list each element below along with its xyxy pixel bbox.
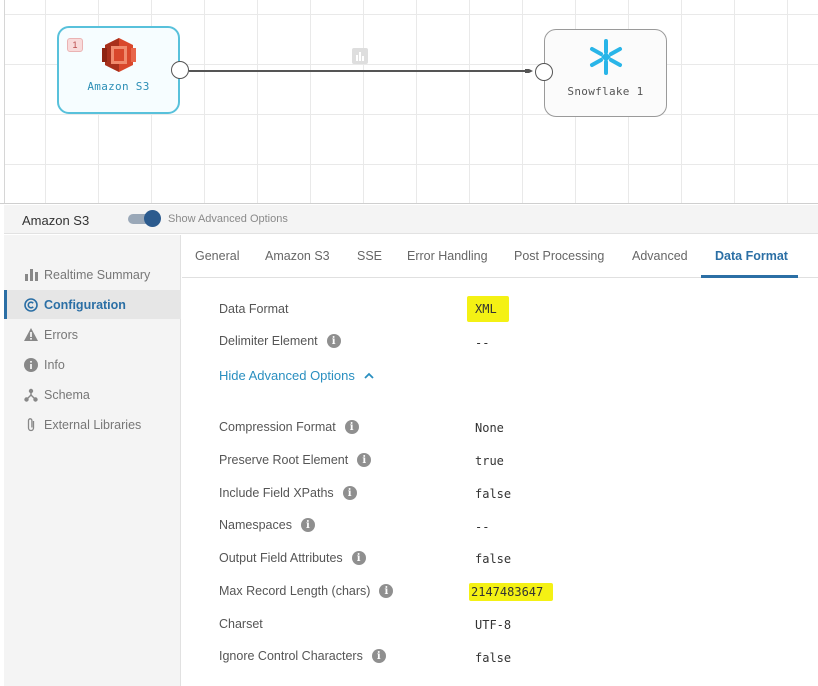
field-label: Preserve Root Element — [219, 453, 349, 467]
field-label: Max Record Length (chars) — [219, 584, 371, 598]
field-label: Charset — [219, 617, 263, 631]
sidebar-item-label: Realtime Summary — [44, 267, 151, 282]
link-label: Hide Advanced Options — [219, 368, 355, 383]
warning-triangle-icon — [24, 328, 38, 342]
sidebar-item-label: Schema — [44, 387, 90, 402]
info-icon[interactable]: i — [371, 649, 386, 663]
field-label: Data Format — [219, 302, 289, 316]
include-field-xpaths-label: Include Field XPaths i — [219, 486, 357, 500]
highlight-mark: 2147483647 — [469, 583, 554, 601]
show-advanced-label: Show Advanced Options — [168, 213, 288, 225]
field-label: Compression Format — [219, 420, 336, 434]
info-icon[interactable]: i — [300, 518, 315, 532]
namespaces-value[interactable]: -- — [475, 520, 489, 534]
sidebar-item-label: Errors — [44, 327, 79, 342]
charset-label: Charset — [219, 617, 263, 631]
field-label: Namespaces — [219, 518, 292, 532]
sidebar-item-label: Configuration — [44, 297, 126, 312]
show-advanced-toggle[interactable] — [128, 210, 162, 227]
sidebar-item-errors[interactable]: Errors — [4, 320, 181, 349]
sidebar-item-label: External Libraries — [44, 417, 142, 432]
info-icon[interactable]: i — [379, 584, 394, 598]
toggle-knob — [144, 210, 161, 227]
schema-tree-icon — [24, 388, 38, 402]
info-icon[interactable]: i — [357, 453, 372, 467]
stage-config-header: Amazon S3 Show Advanced Options — [4, 205, 818, 234]
delimiter-element-value[interactable]: -- — [475, 336, 489, 350]
stage-label: Amazon S3 — [87, 80, 150, 93]
preserve-root-element-value[interactable]: true — [475, 454, 504, 468]
tab-sse[interactable]: SSE — [357, 249, 382, 263]
active-tab-indicator — [701, 275, 798, 278]
copyright-circle-icon — [24, 297, 38, 312]
paperclip-icon — [24, 418, 38, 432]
info-circle-icon — [24, 357, 38, 372]
tab-amazon-s3[interactable]: Amazon S3 — [265, 249, 330, 263]
output-port[interactable] — [171, 61, 189, 79]
field-label: Include Field XPaths — [219, 486, 334, 500]
compression-format-value[interactable]: None — [475, 421, 504, 435]
info-icon[interactable]: i — [326, 334, 341, 348]
tab-data-format[interactable]: Data Format — [715, 249, 788, 263]
stage-connector-line[interactable] — [189, 69, 533, 73]
input-port[interactable] — [535, 63, 553, 81]
field-label: Ignore Control Characters — [219, 649, 363, 663]
field-label: Output Field Attributes — [219, 551, 343, 565]
output-field-attributes-value[interactable]: false — [475, 552, 511, 566]
max-record-length-label: Max Record Length (chars) i — [219, 584, 394, 598]
config-sidebar: Realtime Summary Configuration Errors In… — [4, 235, 181, 686]
selected-stage-title: Amazon S3 — [22, 213, 90, 228]
highlight-mark: XML — [467, 296, 509, 322]
info-icon[interactable]: i — [344, 420, 359, 434]
snowflake-icon — [589, 39, 622, 75]
chevron-up-icon — [364, 372, 374, 379]
amazon-s3-icon — [101, 38, 136, 72]
sidebar-item-external-libraries[interactable]: External Libraries — [4, 410, 181, 439]
data-preview-icon[interactable] — [352, 48, 368, 64]
compression-format-label: Compression Format i — [219, 420, 359, 434]
sidebar-item-label: Info — [44, 357, 65, 372]
preserve-root-element-label: Preserve Root Element i — [219, 453, 372, 467]
namespaces-label: Namespaces i — [219, 518, 315, 532]
info-icon[interactable]: i — [342, 486, 357, 500]
data-format-label: Data Format — [219, 302, 288, 316]
max-record-length-value[interactable]: 2147483647 — [469, 583, 554, 601]
sidebar-item-configuration[interactable]: Configuration — [4, 290, 181, 319]
tab-post-processing[interactable]: Post Processing — [514, 249, 604, 263]
tab-advanced[interactable]: Advanced — [632, 249, 688, 263]
field-label: Delimiter Element — [219, 334, 318, 348]
stage-amazon-s3[interactable]: 1 Amazon S3 — [57, 26, 180, 114]
data-format-value[interactable]: XML — [467, 296, 509, 322]
output-field-attributes-label: Output Field Attributes i — [219, 551, 366, 565]
include-field-xpaths-value[interactable]: false — [475, 487, 511, 501]
bar-chart-icon — [24, 268, 38, 282]
sidebar-item-schema[interactable]: Schema — [4, 380, 181, 409]
tab-general[interactable]: General — [195, 249, 239, 263]
sidebar-item-info[interactable]: Info — [4, 350, 181, 379]
ignore-control-characters-label: Ignore Control Characters i — [219, 649, 386, 663]
delimiter-element-label: Delimiter Element i — [219, 334, 341, 348]
info-icon[interactable]: i — [351, 551, 366, 565]
sidebar-item-realtime-summary[interactable]: Realtime Summary — [4, 260, 181, 289]
stage-label: Snowflake 1 — [567, 85, 644, 98]
error-count-badge: 1 — [67, 38, 83, 52]
ignore-control-characters-value[interactable]: false — [475, 651, 511, 665]
stage-snowflake[interactable]: Snowflake 1 — [544, 29, 667, 117]
canvas-divider — [0, 203, 818, 204]
config-tabs: General Amazon S3 SSE Error Handling Pos… — [182, 235, 818, 278]
charset-value[interactable]: UTF-8 — [475, 618, 511, 632]
hide-advanced-options-link[interactable]: Hide Advanced Options — [219, 368, 374, 383]
tab-error-handling[interactable]: Error Handling — [407, 249, 488, 263]
